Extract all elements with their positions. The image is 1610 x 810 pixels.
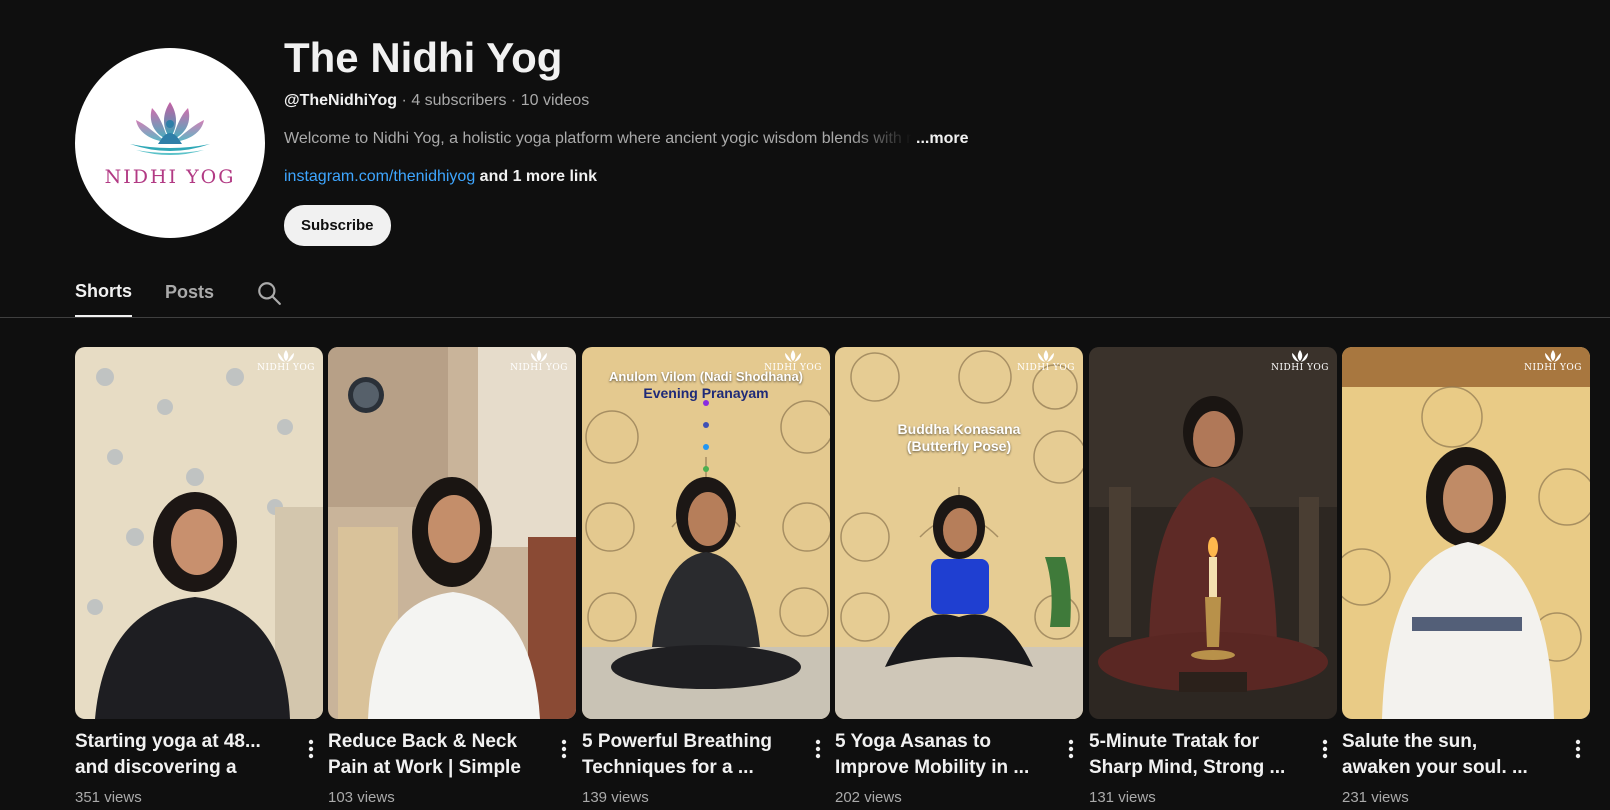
short-card[interactable]: Buddha Konasana (Butterfly Pose) NIDHI Y…: [835, 347, 1083, 806]
short-info: 5-Minute Tratak for Sharp Mind, Strong .…: [1089, 729, 1337, 806]
short-title[interactable]: Starting yoga at 48... and discovering a…: [75, 729, 283, 781]
meta-separator: ·: [401, 92, 412, 109]
meta-separator: ·: [510, 92, 521, 109]
thumbnail-logo: NIDHI YOG: [1271, 349, 1329, 373]
short-card[interactable]: NIDHI YOG Reduce Back & Neck Pain at Wor…: [328, 347, 576, 806]
watermark-text: NIDHI YOG: [1017, 363, 1075, 373]
channel-description[interactable]: Welcome to Nidhi Yog, a holistic yoga pl…: [284, 130, 969, 148]
short-title[interactable]: Reduce Back & Neck Pain at Work | Simple…: [328, 729, 536, 781]
more-vert-icon: [1322, 739, 1328, 759]
channel-name: The Nidhi Yog: [284, 34, 563, 81]
watermark-text: NIDHI YOG: [764, 363, 822, 373]
short-info: Salute the sun, awaken your soul. ... 23…: [1342, 729, 1590, 806]
short-thumbnail[interactable]: NIDHI YOG: [75, 347, 323, 719]
more-vert-icon: [1068, 739, 1074, 759]
thumbnail-logo: NIDHI YOG: [1017, 349, 1075, 373]
more-links-button[interactable]: and 1 more link: [480, 168, 597, 185]
description-more-button[interactable]: ...more: [916, 130, 968, 147]
more-vert-icon: [308, 739, 314, 759]
channel-avatar[interactable]: NIDHI YOG: [75, 48, 265, 238]
thumbnail-image-icon: [328, 347, 576, 719]
thumbnail-image-icon: [582, 347, 830, 719]
channel-links: instagram.com/thenidhiyog and 1 more lin…: [284, 168, 597, 186]
view-count: 131 views: [1089, 789, 1156, 806]
watermark-text: NIDHI YOG: [1524, 363, 1582, 373]
subscribe-button[interactable]: Subscribe: [284, 205, 391, 246]
tab-posts[interactable]: Posts: [165, 268, 214, 317]
short-card[interactable]: NIDHI YOG 5-Minute Tratak for Sharp Mind…: [1089, 347, 1337, 806]
short-thumbnail[interactable]: Buddha Konasana (Butterfly Pose) NIDHI Y…: [835, 347, 1083, 719]
lotus-watermark-icon: [1545, 350, 1562, 362]
short-info: 5 Yoga Asanas to Improve Mobility in ...…: [835, 729, 1083, 806]
thumbnail-logo: NIDHI YOG: [764, 349, 822, 373]
short-thumbnail[interactable]: NIDHI YOG: [1089, 347, 1337, 719]
short-title[interactable]: 5-Minute Tratak for Sharp Mind, Strong .…: [1089, 729, 1297, 781]
thumbnail-image-icon: [835, 347, 1083, 719]
short-thumbnail[interactable]: NIDHI YOG: [1342, 347, 1590, 719]
view-count: 103 views: [328, 789, 395, 806]
short-thumbnail[interactable]: Anulom Vilom (Nadi Shodhana) Evening Pra…: [582, 347, 830, 719]
more-vert-icon: [561, 739, 567, 759]
channel-handle: @TheNidhiYog: [284, 92, 398, 109]
short-title[interactable]: 5 Yoga Asanas to Improve Mobility in ...: [835, 729, 1043, 781]
search-icon: [258, 281, 281, 305]
short-title[interactable]: Salute the sun, awaken your soul. ...: [1342, 729, 1550, 781]
short-title[interactable]: 5 Powerful Breathing Techniques for a ..…: [582, 729, 790, 781]
more-options-button[interactable]: [806, 735, 830, 763]
thumbnail-overlay-text: Buddha Konasana (Butterfly Pose): [835, 421, 1083, 455]
short-card[interactable]: Anulom Vilom (Nadi Shodhana) Evening Pra…: [582, 347, 830, 806]
lotus-watermark-icon: [278, 350, 295, 362]
lotus-watermark-icon: [785, 350, 802, 362]
more-vert-icon: [815, 739, 821, 759]
overlay-line: Buddha Konasana: [897, 421, 1021, 437]
lotus-logo-icon: [130, 102, 210, 155]
short-card[interactable]: NIDHI YOG Salute the sun, awaken your so…: [1342, 347, 1590, 806]
short-card[interactable]: NIDHI YOG Starting yoga at 48... and dis…: [75, 347, 323, 806]
watermark-text: NIDHI YOG: [510, 363, 568, 373]
watermark-text: NIDHI YOG: [1271, 363, 1329, 373]
lotus-watermark-icon: [531, 350, 548, 362]
short-info: Starting yoga at 48... and discovering a…: [75, 729, 323, 806]
thumbnail-logo: NIDHI YOG: [1524, 349, 1582, 373]
thumbnail-logo: NIDHI YOG: [257, 349, 315, 373]
short-info: 5 Powerful Breathing Techniques for a ..…: [582, 729, 830, 806]
thumbnail-image-icon: [1089, 347, 1337, 719]
thumbnail-logo: NIDHI YOG: [510, 349, 568, 373]
more-options-button[interactable]: [552, 735, 576, 763]
view-count: 351 views: [75, 789, 142, 806]
more-options-button[interactable]: [1313, 735, 1337, 763]
video-count: 10 videos: [520, 92, 590, 109]
description-text: Welcome to Nidhi Yog, a holistic yoga pl…: [284, 130, 912, 147]
short-thumbnail[interactable]: NIDHI YOG: [328, 347, 576, 719]
lotus-watermark-icon: [1038, 350, 1055, 362]
view-count: 202 views: [835, 789, 902, 806]
more-options-button[interactable]: [1566, 735, 1590, 763]
more-options-button[interactable]: [299, 735, 323, 763]
instagram-link[interactable]: instagram.com/thenidhiyog: [284, 168, 475, 185]
thumbnail-image-icon: [1342, 347, 1590, 719]
view-count: 139 views: [582, 789, 649, 806]
logo-text: NIDHI YOG: [104, 166, 236, 188]
search-button[interactable]: [256, 268, 282, 317]
overlay-line: (Butterfly Pose): [906, 438, 1012, 454]
thumbnail-overlay-text: Evening Pranayam: [643, 385, 769, 401]
channel-page: NIDHI YOG The Nidhi Yog @TheNidhiYog · 4…: [0, 0, 1610, 810]
lotus-watermark-icon: [1292, 350, 1309, 362]
short-info: Reduce Back & Neck Pain at Work | Simple…: [328, 729, 576, 806]
view-count: 231 views: [1342, 789, 1409, 806]
subscriber-count: 4 subscribers: [411, 92, 507, 109]
channel-tabs: Shorts Posts: [0, 268, 1610, 318]
watermark-text: NIDHI YOG: [257, 363, 315, 373]
more-vert-icon: [1575, 739, 1581, 759]
more-options-button[interactable]: [1059, 735, 1083, 763]
thumbnail-image-icon: [75, 347, 323, 719]
tab-shorts[interactable]: Shorts: [75, 268, 133, 317]
channel-meta: @TheNidhiYog · 4 subscribers · 10 videos: [284, 92, 589, 110]
